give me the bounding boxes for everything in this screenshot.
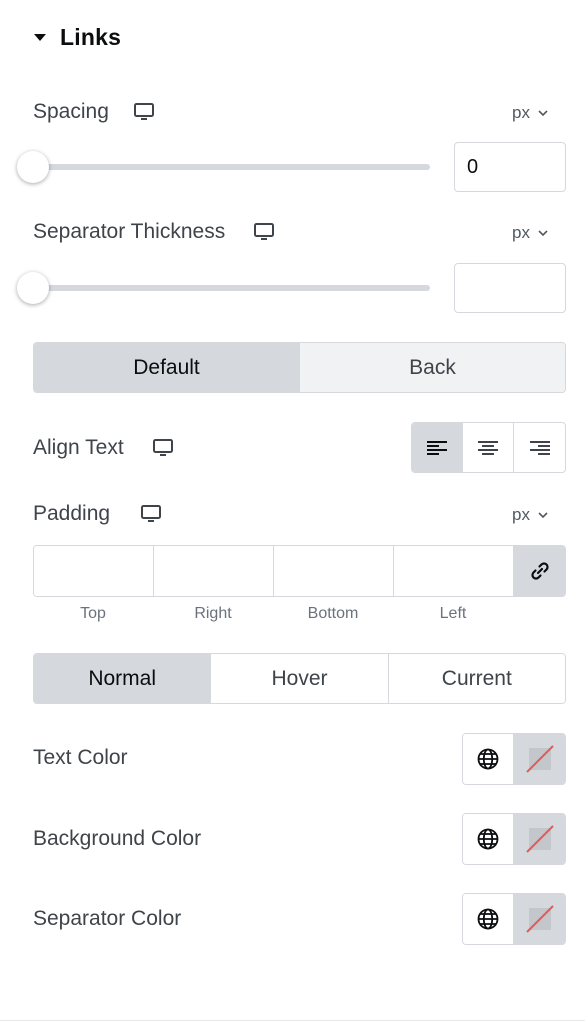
- align-text-label-row: Align Text: [33, 433, 174, 463]
- align-left-icon: [427, 440, 447, 456]
- padding-dimensions: [33, 545, 566, 597]
- color-picker-button[interactable]: [514, 814, 565, 864]
- align-right-button[interactable]: [514, 423, 565, 472]
- align-text-group: [411, 422, 566, 473]
- padding-unit: px: [512, 505, 530, 524]
- padding-label: Padding: [33, 502, 111, 525]
- link-icon: [529, 560, 551, 582]
- section-toggle[interactable]: Links: [34, 22, 121, 52]
- color-picker-button[interactable]: [514, 894, 565, 944]
- panel-divider: [0, 1020, 585, 1021]
- spacing-value: 0: [467, 155, 479, 178]
- text-color-label: Text Color: [33, 746, 128, 769]
- link-values-button[interactable]: [514, 546, 565, 596]
- color-picker-button[interactable]: [514, 734, 565, 784]
- section-title: Links: [60, 23, 122, 50]
- background-color-label: Background Color: [33, 827, 202, 850]
- no-color-swatch-icon: [525, 904, 555, 934]
- align-center-icon: [478, 440, 498, 456]
- padding-unit-select[interactable]: px: [512, 503, 548, 527]
- separator-thickness-label-row: Separator Thickness: [33, 217, 275, 247]
- tab-back[interactable]: Back: [300, 343, 565, 392]
- global-colors-button[interactable]: [463, 734, 515, 784]
- padding-label-row: Padding: [33, 499, 162, 529]
- chevron-down-icon: [538, 109, 548, 117]
- spacing-label-row: Spacing: [33, 97, 155, 127]
- padding-bottom-label: Bottom: [307, 605, 359, 622]
- desktop-icon[interactable]: [133, 102, 155, 122]
- global-colors-button[interactable]: [463, 814, 515, 864]
- tab-normal[interactable]: Normal: [34, 654, 212, 703]
- padding-left-label: Left: [439, 605, 467, 622]
- separator-color-label: Separator Color: [33, 907, 182, 930]
- align-right-icon: [529, 440, 550, 456]
- spacing-input[interactable]: 0: [454, 142, 566, 192]
- state-tabs-default-back: Default Back: [33, 342, 566, 393]
- spacing-slider-track[interactable]: [33, 164, 430, 170]
- separator-thickness-slider-track[interactable]: [33, 285, 430, 291]
- no-color-swatch-icon: [525, 824, 555, 854]
- globe-icon: [476, 747, 500, 771]
- separator-thickness-unit: px: [512, 223, 530, 242]
- align-center-button[interactable]: [463, 423, 514, 472]
- text-color-control: [462, 733, 566, 785]
- caret-down-icon: [34, 33, 46, 41]
- padding-right-label: Right: [194, 605, 232, 622]
- desktop-icon[interactable]: [253, 222, 275, 242]
- chevron-down-icon: [538, 229, 548, 237]
- no-color-swatch-icon: [525, 744, 555, 774]
- padding-top-label: Top: [80, 605, 106, 622]
- padding-top-input[interactable]: [34, 546, 154, 596]
- globe-icon: [476, 827, 500, 851]
- desktop-icon[interactable]: [140, 504, 162, 524]
- tab-current[interactable]: Current: [388, 654, 565, 703]
- chevron-down-icon: [538, 511, 548, 519]
- global-colors-button[interactable]: [463, 894, 515, 944]
- spacing-unit-select[interactable]: px: [512, 101, 548, 125]
- background-color-control: [462, 813, 566, 865]
- separator-thickness-unit-select[interactable]: px: [512, 221, 548, 245]
- tab-hover[interactable]: Hover: [211, 654, 389, 703]
- padding-right-input[interactable]: [154, 546, 274, 596]
- spacing-unit: px: [512, 103, 530, 122]
- padding-left-input[interactable]: [394, 546, 514, 596]
- spacing-slider-handle[interactable]: [17, 151, 49, 183]
- padding-side-labels: Top Right Bottom Left: [33, 605, 513, 623]
- separator-thickness-input[interactable]: [454, 263, 566, 313]
- separator-thickness-slider-handle[interactable]: [17, 272, 49, 304]
- separator-color-control: [462, 893, 566, 945]
- state-tabs-normal-hover-current: Normal Hover Current: [33, 653, 566, 704]
- spacing-label: Spacing: [33, 100, 109, 123]
- desktop-icon[interactable]: [152, 438, 174, 458]
- align-text-label: Align Text: [33, 436, 124, 459]
- tab-default[interactable]: Default: [34, 343, 300, 392]
- align-left-button[interactable]: [412, 423, 463, 472]
- separator-thickness-label: Separator Thickness: [33, 220, 226, 243]
- globe-icon: [476, 907, 500, 931]
- padding-bottom-input[interactable]: [274, 546, 394, 596]
